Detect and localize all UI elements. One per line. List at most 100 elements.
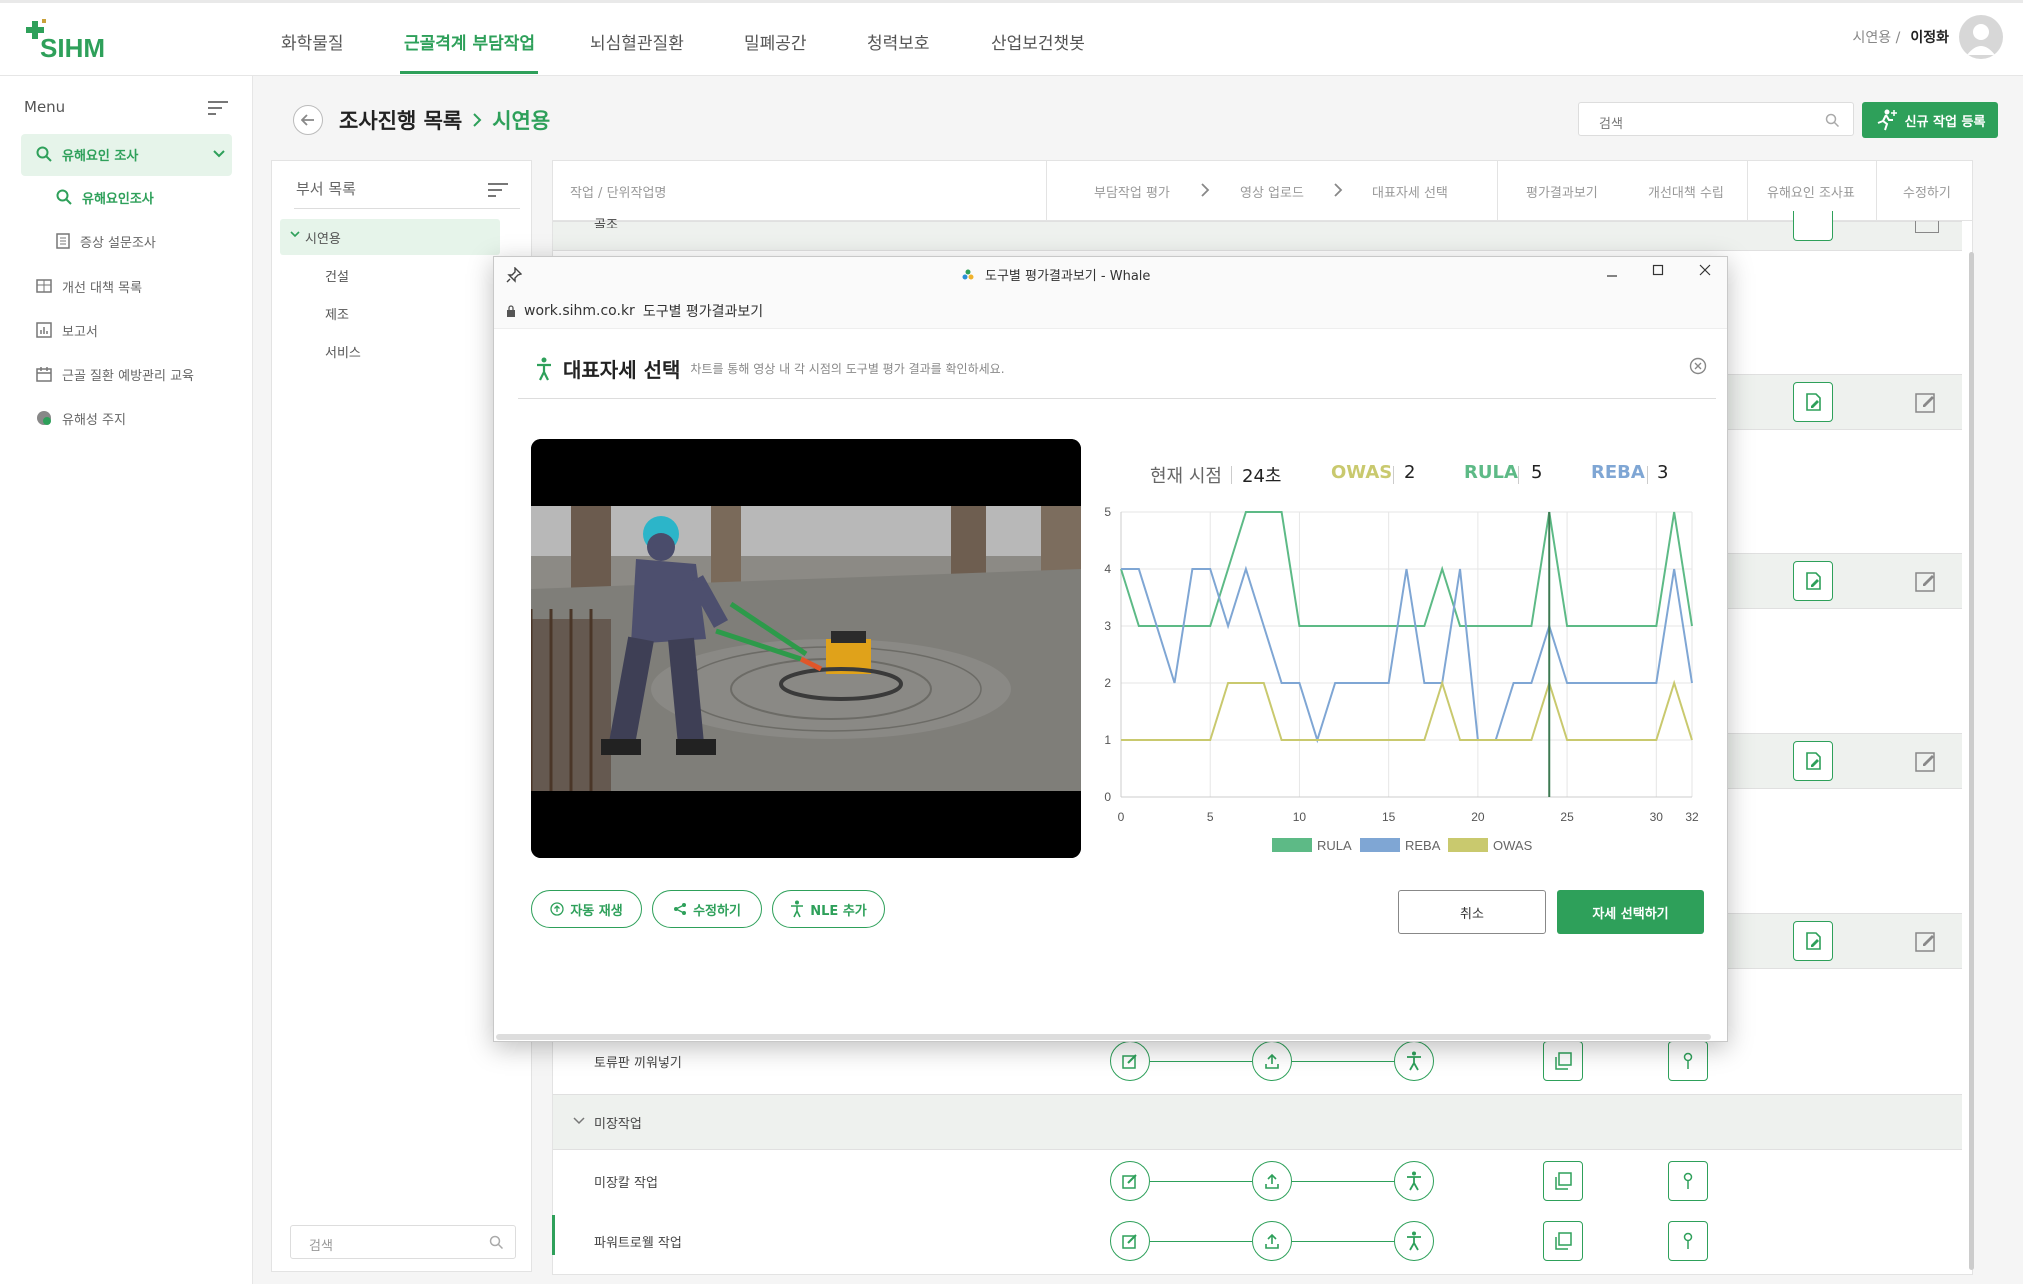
posture-score-chart[interactable]: 0 1 2 3 4 5 0 5 10 15 20 25 30 32 RULA REBA OWAS (1090, 500, 1710, 870)
nav-musculoskeletal[interactable]: 근골격계 부담작업 (404, 29, 535, 54)
person-standing-icon[interactable] (1394, 1221, 1434, 1261)
maximize-icon[interactable] (1652, 264, 1664, 276)
popup-horizontal-scrollbar[interactable] (496, 1034, 1711, 1040)
close-circle-icon[interactable] (1689, 357, 1707, 375)
new-task-button[interactable]: 신규 작업 등록 (1862, 102, 1998, 138)
result-view-icon[interactable] (1543, 1221, 1583, 1261)
sidebar-item-label: 증상 설문조사 (80, 235, 156, 251)
edit-icon[interactable] (1915, 391, 1937, 413)
improvement-icon[interactable] (1668, 1161, 1708, 1201)
dept-search-input[interactable]: 검색 (290, 1225, 516, 1259)
avatar[interactable] (1959, 15, 2003, 59)
hazard-sheet-icon[interactable] (1793, 741, 1833, 781)
result-view-icon[interactable] (1543, 1041, 1583, 1081)
edit-share-button[interactable]: 수정하기 (652, 890, 762, 928)
hazard-sheet-icon[interactable] (1793, 921, 1833, 961)
back-button[interactable] (293, 105, 323, 135)
popup-heading-desc: 차트를 통해 영상 내 각 시점의 도구별 평가 결과를 확인하세요. (690, 362, 1005, 376)
sidebar-item-hazard-notice[interactable]: 유해성 주지 (36, 398, 126, 438)
minimize-icon[interactable] (1606, 270, 1618, 282)
hazard-sheet-icon[interactable] (1793, 561, 1833, 601)
chevron-down-icon[interactable] (573, 1117, 585, 1125)
improvement-icon[interactable] (1668, 1041, 1708, 1081)
group-row[interactable] (553, 221, 1962, 251)
nle-add-button[interactable]: NLE 추가 (772, 890, 885, 928)
upload-icon[interactable] (1252, 1221, 1292, 1261)
th-burden-eval: 부담작업 평가 (1094, 186, 1170, 201)
sidebar-item-hazard-investigation[interactable]: 유해요인조사 (56, 177, 154, 217)
person-standing-icon[interactable] (1394, 1161, 1434, 1201)
video-player[interactable] (531, 439, 1081, 858)
improvement-icon[interactable] (1668, 1221, 1708, 1261)
th-task-name: 작업 / 단위작업명 (570, 186, 667, 201)
lock-icon (507, 304, 515, 317)
document-icon (56, 233, 70, 249)
sidebar-item-hazard-survey[interactable]: 유해요인 조사 (36, 134, 226, 174)
burden-eval-icon[interactable] (1110, 1041, 1150, 1081)
table-icon (36, 279, 52, 293)
user-info[interactable]: 시연용 / 이정화 (1853, 15, 2003, 59)
menu-sort-icon[interactable] (208, 100, 228, 116)
th-hazard-sheet: 유해요인 조사표 (1767, 186, 1855, 201)
edit-icon[interactable] (1915, 221, 1939, 233)
group-row-mijang[interactable] (553, 1094, 1962, 1150)
popup-address-bar[interactable]: work.sihm.co.kr 도구별 평가결과보기 (494, 293, 1727, 329)
search-icon (1825, 113, 1839, 127)
sidebar-item-education[interactable]: 근골 질환 예방관리 교육 (36, 354, 194, 394)
chevron-down-icon (213, 150, 225, 158)
nav-cardiovascular[interactable]: 뇌심혈관질환 (590, 29, 684, 54)
table-scrollbar[interactable] (1969, 252, 1974, 1270)
cancel-button[interactable]: 취소 (1398, 890, 1546, 934)
burden-eval-icon[interactable] (1110, 1161, 1150, 1201)
dept-sort-icon[interactable] (488, 182, 508, 198)
nav-chatbot[interactable]: 산업보건챗봇 (991, 29, 1085, 54)
edit-icon[interactable] (1915, 930, 1937, 952)
search-input[interactable]: 검색 (1578, 102, 1854, 136)
arrow-up-circle-icon (550, 902, 564, 916)
th-video-upload: 영상 업로드 (1240, 186, 1304, 201)
edit-icon[interactable] (1915, 750, 1937, 772)
pin-icon[interactable] (506, 267, 522, 283)
dept-item-manufacturing[interactable]: 제조 (325, 304, 349, 323)
step-connector (1150, 1061, 1252, 1062)
stat-time-label: 현재 시점 (1150, 466, 1222, 487)
popup-heading: 대표자세 선택 차트를 통해 영상 내 각 시점의 도구별 평가 결과를 확인하… (535, 354, 1005, 383)
result-view-icon[interactable] (1543, 1161, 1583, 1201)
burden-eval-icon[interactable] (1110, 1221, 1150, 1261)
hazard-sheet-icon[interactable] (1793, 211, 1833, 241)
dept-divider (294, 208, 520, 209)
legend-swatch-owas (1448, 838, 1488, 852)
sidebar-item-symptom-survey[interactable]: 증상 설문조사 (56, 221, 156, 261)
x-tick-label: 30 (1650, 810, 1664, 824)
upload-icon[interactable] (1252, 1161, 1292, 1201)
y-tick-label: 3 (1104, 619, 1111, 633)
th-divider (1876, 161, 1877, 220)
upload-icon[interactable] (1252, 1041, 1292, 1081)
edit-icon[interactable] (1915, 570, 1937, 592)
dept-item-construction[interactable]: 건설 (325, 266, 349, 285)
info-icon (37, 411, 51, 425)
sidebar-item-label: 개선 대책 목록 (62, 280, 143, 296)
search-icon (56, 189, 72, 205)
person-standing-icon[interactable] (1394, 1041, 1434, 1081)
dept-item-service[interactable]: 서비스 (325, 342, 361, 361)
nav-hearing[interactable]: 청력보호 (867, 29, 930, 54)
stat-rula-value: 5 (1531, 462, 1543, 483)
nav-confined-space[interactable]: 밀폐공간 (744, 29, 807, 54)
sihm-logo[interactable]: SIHM (22, 17, 132, 67)
window-close-icon[interactable] (1699, 264, 1711, 276)
sidebar-item-label: 근골 질환 예방관리 교육 (62, 368, 194, 384)
chevron-down-icon[interactable] (290, 231, 300, 239)
sidebar-item-improvement-list[interactable]: 개선 대책 목록 (36, 266, 142, 306)
page-title[interactable]: 조사진행 목록 (339, 105, 462, 135)
row-mijangkal-label: 미장칼 작업 (594, 1176, 658, 1191)
step-connector (1150, 1181, 1252, 1182)
nav-chemicals[interactable]: 화학물질 (281, 29, 344, 54)
chevron-right-icon (1201, 183, 1210, 197)
autoplay-button[interactable]: 자동 재생 (531, 890, 642, 928)
person-standing-icon (537, 357, 551, 380)
chevron-right-icon (473, 113, 482, 127)
select-posture-button[interactable]: 자세 선택하기 (1557, 890, 1704, 934)
sidebar-item-report[interactable]: 보고서 (36, 310, 98, 350)
hazard-sheet-icon[interactable] (1793, 382, 1833, 422)
